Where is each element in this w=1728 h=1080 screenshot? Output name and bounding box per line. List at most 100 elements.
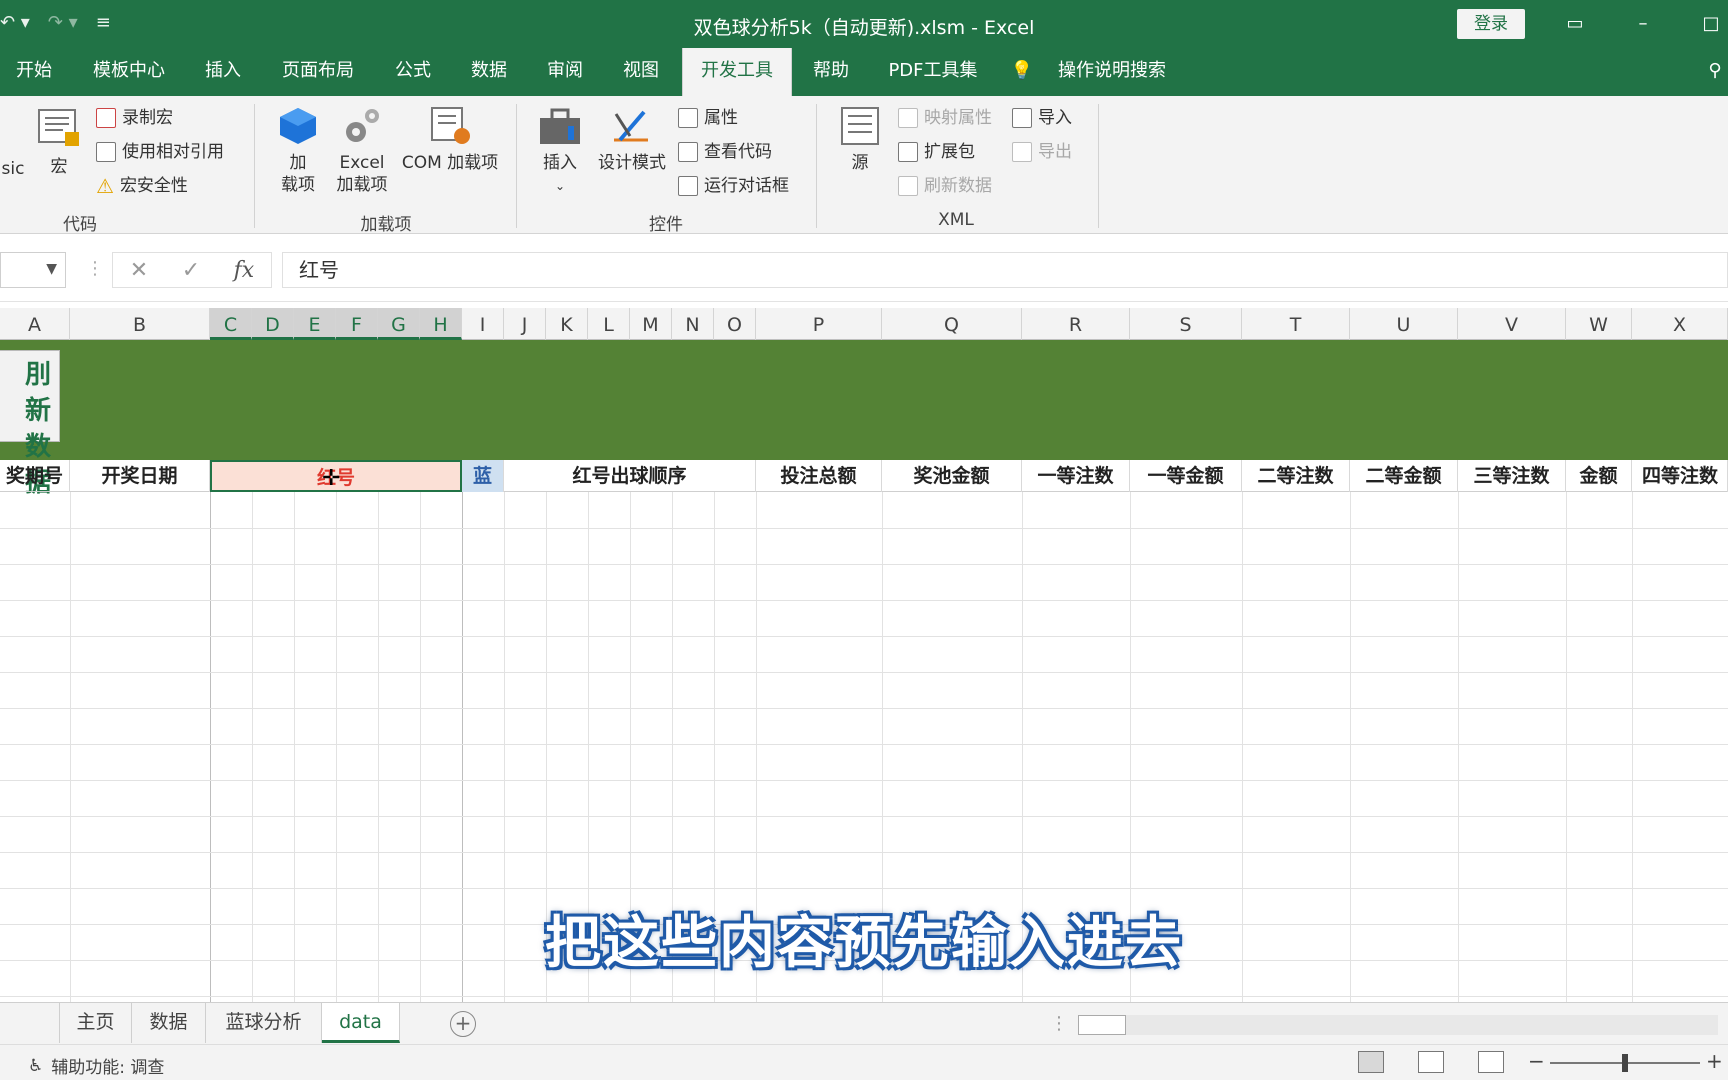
tab-insert[interactable]: 插入 [190, 48, 256, 96]
tell-me-search[interactable]: 操作说明搜索 [1046, 48, 1178, 96]
import-button[interactable]: 导入 [1012, 104, 1072, 132]
properties-button[interactable]: 属性 [678, 104, 738, 132]
header-cell-total-bet[interactable]: 投注总额 [756, 460, 882, 492]
tab-help[interactable]: 帮助 [800, 48, 862, 96]
zoom-out-icon[interactable]: − [1528, 1049, 1545, 1073]
tab-home[interactable]: 开始 [0, 48, 68, 96]
column-header[interactable]: T [1242, 308, 1350, 340]
header-cell-blue-ball[interactable]: 蓝 [462, 460, 504, 492]
tab-review[interactable]: 审阅 [532, 48, 598, 96]
macros-button[interactable]: 宏 [34, 106, 84, 178]
expansion-packs-icon [898, 142, 918, 162]
column-header[interactable]: M [630, 308, 672, 340]
column-header[interactable]: W [1566, 308, 1632, 340]
column-header[interactable]: L [588, 308, 630, 340]
map-properties-button[interactable]: 映射属性 [898, 104, 992, 132]
insert-function-icon[interactable]: fx [234, 258, 255, 283]
column-header[interactable]: O [714, 308, 756, 340]
tab-page-layout[interactable]: 页面布局 [266, 48, 370, 96]
record-macro-button[interactable]: 录制宏 [96, 104, 173, 132]
column-header[interactable]: S [1130, 308, 1242, 340]
tab-pdf-tools[interactable]: PDF工具集 [872, 48, 994, 96]
drag-handle-icon[interactable]: ⋮ [1050, 1013, 1068, 1034]
tab-developer[interactable]: 开发工具 [682, 48, 792, 96]
header-cell-amount[interactable]: 金额 [1566, 460, 1632, 492]
formula-bar: ▼ ⋮ ✕ ✓ fx 红号 [0, 240, 1728, 302]
insert-control-button[interactable]: 插入 ⌄ [534, 106, 586, 197]
zoom-slider-thumb[interactable] [1622, 1054, 1628, 1072]
column-header[interactable]: U [1350, 308, 1458, 340]
header-cell-second-count[interactable]: 二等注数 [1242, 460, 1350, 492]
tab-view[interactable]: 视图 [608, 48, 674, 96]
ribbon-display-options-icon[interactable]: ▭ [1560, 10, 1590, 38]
drag-handle-icon[interactable]: ⋮ [86, 258, 104, 279]
expansion-packs-button[interactable]: 扩展包 [898, 138, 975, 166]
header-cell-first-amount[interactable]: 一等金额 [1130, 460, 1242, 492]
xml-source-button[interactable]: 源 [834, 106, 886, 174]
normal-view-icon[interactable] [1358, 1051, 1384, 1073]
header-cell-first-count[interactable]: 一等注数 [1022, 460, 1130, 492]
add-sheet-icon[interactable]: + [450, 1011, 476, 1037]
header-cell-jackpot[interactable]: 奖池金额 [882, 460, 1022, 492]
horizontal-scrollbar[interactable] [1078, 1015, 1718, 1035]
group-label-addins: 加载项 [360, 215, 412, 235]
export-button[interactable]: 导出 [1012, 138, 1072, 166]
column-header[interactable]: G [378, 308, 420, 340]
account-icon[interactable]: ⚲ [1702, 48, 1728, 96]
tab-template-center[interactable]: 模板中心 [78, 48, 180, 96]
column-header[interactable]: F [336, 308, 378, 340]
column-header[interactable]: C [210, 308, 252, 340]
refresh-data-macro-button[interactable]: 刖新 数据 [0, 350, 60, 498]
formula-input[interactable]: 红号 [282, 252, 1728, 288]
zoom-in-icon[interactable]: + [1706, 1049, 1723, 1073]
column-header[interactable]: N [672, 308, 714, 340]
column-header[interactable]: A [0, 308, 70, 340]
header-cell-date[interactable]: 开奖日期 [70, 460, 210, 492]
tab-data[interactable]: 数据 [456, 48, 522, 96]
cancel-icon[interactable]: ✕ [130, 258, 148, 283]
com-addins-button[interactable]: COM 加载项 [394, 106, 506, 174]
sheet-tab-data-en[interactable]: data [322, 1003, 400, 1043]
column-header[interactable]: Q [882, 308, 1022, 340]
column-header[interactable]: D [252, 308, 294, 340]
page-layout-view-icon[interactable] [1418, 1051, 1444, 1073]
column-header[interactable]: I [462, 308, 504, 340]
header-cell-red-order[interactable]: 红号出球顺序 [504, 460, 756, 492]
tab-formulas[interactable]: 公式 [380, 48, 446, 96]
header-cell-issue[interactable]: 奖期号 [0, 460, 70, 492]
minimize-icon[interactable]: – [1628, 10, 1658, 38]
use-relative-references-button[interactable]: 使用相对引用 [96, 138, 224, 166]
excel-addins-button[interactable]: Excel 加载项 [332, 106, 392, 196]
design-mode-button[interactable]: 设计模式 [592, 106, 672, 174]
column-header[interactable]: B [70, 308, 210, 340]
sheet-tab-blue-analysis[interactable]: 蓝球分析 [206, 1003, 322, 1043]
refresh-data-button[interactable]: 刷新数据 [898, 172, 992, 200]
page-break-view-icon[interactable] [1478, 1051, 1504, 1073]
run-dialog-button[interactable]: 运行对话框 [678, 172, 789, 200]
view-code-button[interactable]: 查看代码 [678, 138, 772, 166]
header-cell-fourth-count[interactable]: 四等注数 [1632, 460, 1728, 492]
header-cell-second-amount[interactable]: 二等金额 [1350, 460, 1458, 492]
macro-security-button[interactable]: ⚠ 宏安全性 [96, 172, 188, 200]
login-button[interactable]: 登录 [1457, 9, 1525, 39]
maximize-icon[interactable]: □ [1696, 10, 1726, 38]
column-header[interactable]: E [294, 308, 336, 340]
chevron-down-icon[interactable]: ▼ [46, 261, 57, 277]
column-header[interactable]: X [1632, 308, 1728, 340]
sheet-tab-data[interactable]: 数据 [132, 1003, 206, 1043]
enter-icon[interactable]: ✓ [182, 258, 200, 283]
column-header[interactable]: V [1458, 308, 1566, 340]
column-header[interactable]: P [756, 308, 882, 340]
column-header[interactable]: H [420, 308, 462, 340]
header-cell-third-count[interactable]: 三等注数 [1458, 460, 1566, 492]
column-header[interactable]: J [504, 308, 546, 340]
sheet-tab-home[interactable]: 主页 [60, 1003, 132, 1043]
column-header[interactable]: K [546, 308, 588, 340]
visual-basic-button[interactable]: sic [0, 158, 26, 180]
accessibility-status[interactable]: ♿ 辅助功能: 调查 [28, 1053, 164, 1079]
column-header[interactable]: R [1022, 308, 1130, 340]
addins-button[interactable]: 加 载项 [272, 106, 324, 196]
name-box[interactable]: ▼ [0, 252, 66, 288]
scrollbar-thumb[interactable] [1078, 1015, 1126, 1035]
export-icon [1012, 142, 1032, 162]
